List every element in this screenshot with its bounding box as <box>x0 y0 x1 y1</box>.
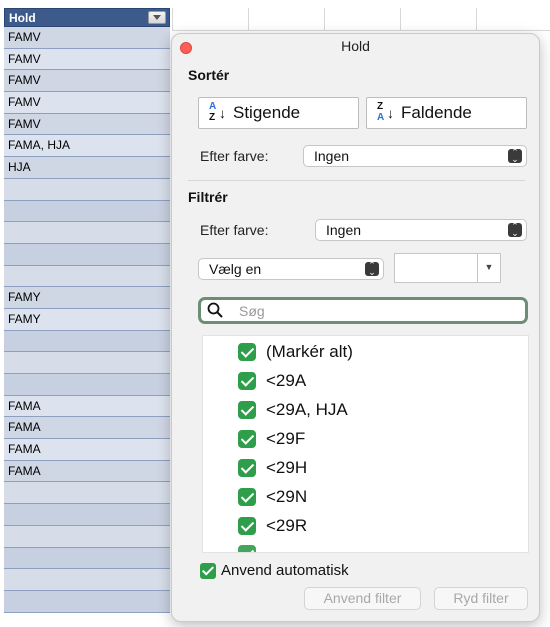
select-stepper-icon: ⌃ ⌄ <box>365 261 379 277</box>
sort-ascending-button[interactable]: A Z ↓ Stigende <box>198 97 359 129</box>
table-row[interactable] <box>4 200 170 223</box>
list-item[interactable]: <29F <box>238 428 305 450</box>
sort-heading: Sortér <box>188 67 230 83</box>
table-row[interactable]: FAMA, HJA <box>4 135 170 158</box>
table-row[interactable]: FAMV <box>4 70 170 93</box>
sort-by-color-value: Ingen <box>314 148 350 164</box>
checkbox-checked-icon[interactable] <box>238 488 256 506</box>
list-item[interactable]: <29A, HJA <box>238 399 348 421</box>
table-row[interactable]: FAMV <box>4 113 170 136</box>
table-row[interactable] <box>4 330 170 353</box>
select-stepper-icon: ⌃ ⌄ <box>508 222 522 238</box>
checkbox-checked-icon[interactable] <box>238 545 256 552</box>
list-item[interactable]: (Markér alt) <box>238 341 353 363</box>
apply-filter-button[interactable]: Anvend filter <box>304 587 421 610</box>
list-item-label: <29R <box>266 516 308 535</box>
column-header-cell[interactable]: Hold <box>4 8 170 27</box>
list-item-label: <29H <box>266 458 308 477</box>
checkbox-checked-icon[interactable] <box>238 459 256 477</box>
table-row[interactable]: FAMY <box>4 287 170 309</box>
table-row[interactable]: FAMA <box>4 439 170 461</box>
table-row[interactable]: FAMA <box>4 417 170 440</box>
list-item-label: <29A, HJA <box>266 400 348 419</box>
filter-by-color-value: Ingen <box>326 222 362 238</box>
sort-by-color-select[interactable]: Ingen ⌃ ⌄ <box>303 145 527 167</box>
table-row[interactable] <box>4 374 170 396</box>
checkbox-checked-icon[interactable] <box>238 430 256 448</box>
list-item[interactable]: <29H <box>238 457 307 479</box>
auto-apply-checkbox[interactable] <box>200 562 216 579</box>
search-field[interactable] <box>198 297 528 324</box>
table-row[interactable] <box>4 243 170 266</box>
table-row[interactable] <box>4 178 170 201</box>
sort-descending-label: Faldende <box>401 103 472 122</box>
table-row[interactable] <box>4 482 170 505</box>
table-row[interactable] <box>4 569 170 591</box>
table-row[interactable]: FAMV <box>4 48 170 71</box>
list-item-label: <29A <box>266 371 307 390</box>
table-row[interactable]: FAMV <box>4 27 170 49</box>
table-row[interactable] <box>4 525 170 548</box>
sort-by-color-label: Efter farve: <box>200 148 269 164</box>
auto-apply-label: Anvend automatisk <box>221 562 349 579</box>
list-item[interactable]: <29A <box>238 370 306 392</box>
filter-by-color-label: Efter farve: <box>200 222 269 238</box>
list-item-label: (Markér alt) <box>266 342 353 361</box>
checkbox-checked-icon[interactable] <box>238 343 256 361</box>
table-row[interactable]: FAMA <box>4 460 170 483</box>
table-row[interactable] <box>4 265 170 288</box>
popover-title: Hold <box>341 38 370 54</box>
table-row[interactable]: FAMY <box>4 308 170 331</box>
search-icon <box>207 302 223 318</box>
sort-ascending-icon: A Z ↓ <box>209 101 226 123</box>
list-item[interactable]: <29N <box>238 486 307 508</box>
column-a: Hold FAMV FAMV FAMV FAMV FAMV FAMA, HJA HJA FAM… <box>4 8 170 613</box>
choose-select[interactable]: Vælg en ⌃ ⌄ <box>198 258 384 280</box>
filter-heading: Filtrér <box>188 189 228 205</box>
combo-dropdown-button[interactable]: ▼ <box>477 254 500 282</box>
table-row[interactable] <box>4 222 170 244</box>
table-row[interactable] <box>4 352 170 374</box>
list-item-cutoff <box>238 543 266 552</box>
list-item-label: <29F <box>266 429 306 448</box>
checkbox-checked-icon[interactable] <box>238 372 256 390</box>
table-row[interactable] <box>4 504 170 526</box>
table-row[interactable]: FAMA <box>4 395 170 418</box>
table-row[interactable]: HJA <box>4 157 170 179</box>
search-input[interactable] <box>237 302 501 320</box>
sort-descending-icon: Z A ↓ <box>377 101 394 123</box>
table-row[interactable]: FAMV <box>4 92 170 114</box>
clear-filter-button[interactable]: Ryd filter <box>434 587 528 610</box>
auto-apply-row[interactable]: Anvend automatisk <box>200 562 349 579</box>
grid-lines <box>172 8 550 31</box>
values-list[interactable]: (Markér alt) <29A <29A, HJA <29F <29H <29N <29… <box>202 335 529 553</box>
list-item-label: <29N <box>266 487 308 506</box>
checkbox-checked-icon[interactable] <box>238 517 256 535</box>
list-item[interactable]: <29R <box>238 515 307 537</box>
select-stepper-icon: ⌃ ⌄ <box>508 148 522 164</box>
table-row[interactable] <box>4 547 170 570</box>
filter-dropdown-button[interactable] <box>148 11 166 24</box>
criteria-combo-box[interactable]: ▼ <box>394 253 501 283</box>
choose-select-value: Vælg en <box>209 261 262 277</box>
sort-ascending-label: Stigende <box>233 103 301 122</box>
section-divider <box>188 180 525 181</box>
table-row[interactable] <box>4 590 170 613</box>
sort-descending-button[interactable]: Z A ↓ Faldende <box>366 97 527 129</box>
column-header-label: Hold <box>9 11 36 25</box>
filter-by-color-select[interactable]: Ingen ⌃ ⌄ <box>315 219 527 241</box>
cell-rows: FAMV FAMV FAMV FAMV FAMV FAMA, HJA HJA FAMY FAMY… <box>4 27 170 613</box>
checkbox-checked-icon[interactable] <box>238 401 256 419</box>
filter-popover: Hold Sortér A Z ↓ Stigende Z A ↓ Faldende Ef… <box>171 33 540 622</box>
